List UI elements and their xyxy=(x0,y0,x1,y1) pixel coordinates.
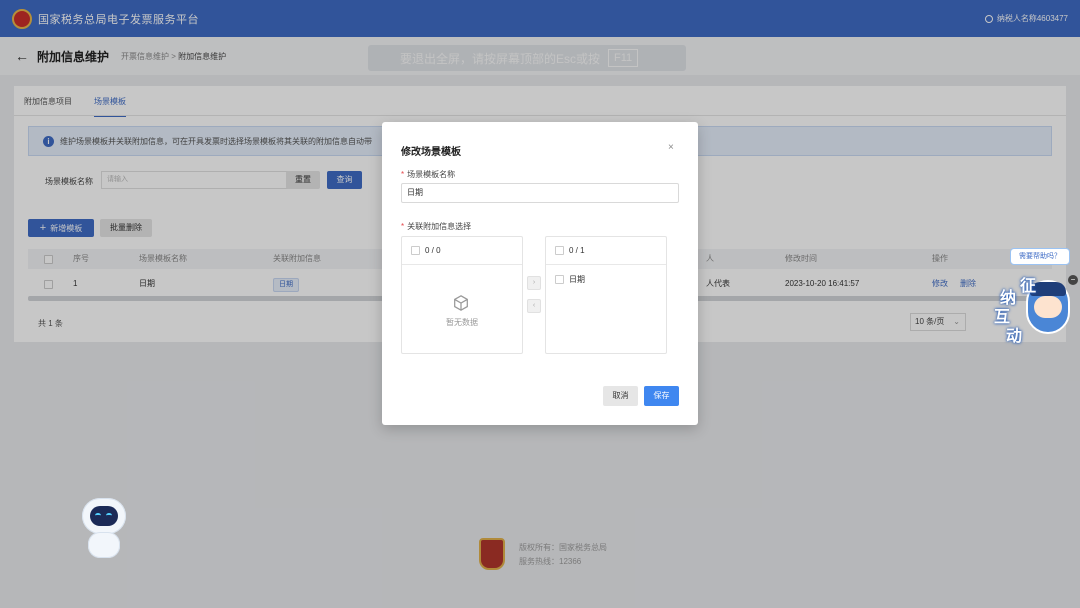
close-icon[interactable]: × xyxy=(668,142,674,153)
item-checkbox[interactable] xyxy=(555,275,564,285)
transfer-target-list: 0 / 1 日期 xyxy=(545,236,667,354)
footer-text: 版权所有：国家税务总局 服务热线：12366 xyxy=(519,541,607,569)
empty-box-icon xyxy=(454,295,468,311)
template-name-label: * 场景模板名称 xyxy=(401,170,456,179)
save-button[interactable]: 保存 xyxy=(644,386,679,406)
cancel-button[interactable]: 取消 xyxy=(603,386,638,406)
list-item[interactable]: 日期 xyxy=(555,274,585,285)
target-count: 0 / 1 xyxy=(569,246,585,255)
move-right-button[interactable]: › xyxy=(527,276,541,290)
help-bubble[interactable]: 需要帮助吗？ xyxy=(1010,248,1070,265)
template-name-input[interactable]: 日期 xyxy=(401,183,679,203)
footer-copyright: 版权所有：国家税务总局 xyxy=(519,543,607,552)
footer-hotline: 服务热线：12366 xyxy=(519,557,582,566)
transfer-source-list: 0 / 0 暂无数据 xyxy=(401,236,523,354)
source-count: 0 / 0 xyxy=(425,246,441,255)
move-left-button[interactable]: ‹ xyxy=(527,299,541,313)
edit-template-dialog: 修改场景模板 × * 场景模板名称 日期 * 关联附加信息选择 0 / 0 暂无数据… xyxy=(382,122,698,425)
target-select-all-checkbox[interactable] xyxy=(555,246,564,255)
associated-info-label: * 关联附加信息选择 xyxy=(401,222,472,231)
source-select-all-checkbox[interactable] xyxy=(411,246,420,255)
robot-assistant-icon[interactable] xyxy=(80,492,128,562)
dialog-title: 修改场景模板 xyxy=(401,147,461,158)
tax-bureau-logo xyxy=(479,538,505,570)
interaction-helper-icon[interactable]: 征 纳 互 动 xyxy=(992,270,1076,346)
minimize-helper-button[interactable]: − xyxy=(1068,275,1078,285)
empty-text: 暂无数据 xyxy=(446,318,478,327)
